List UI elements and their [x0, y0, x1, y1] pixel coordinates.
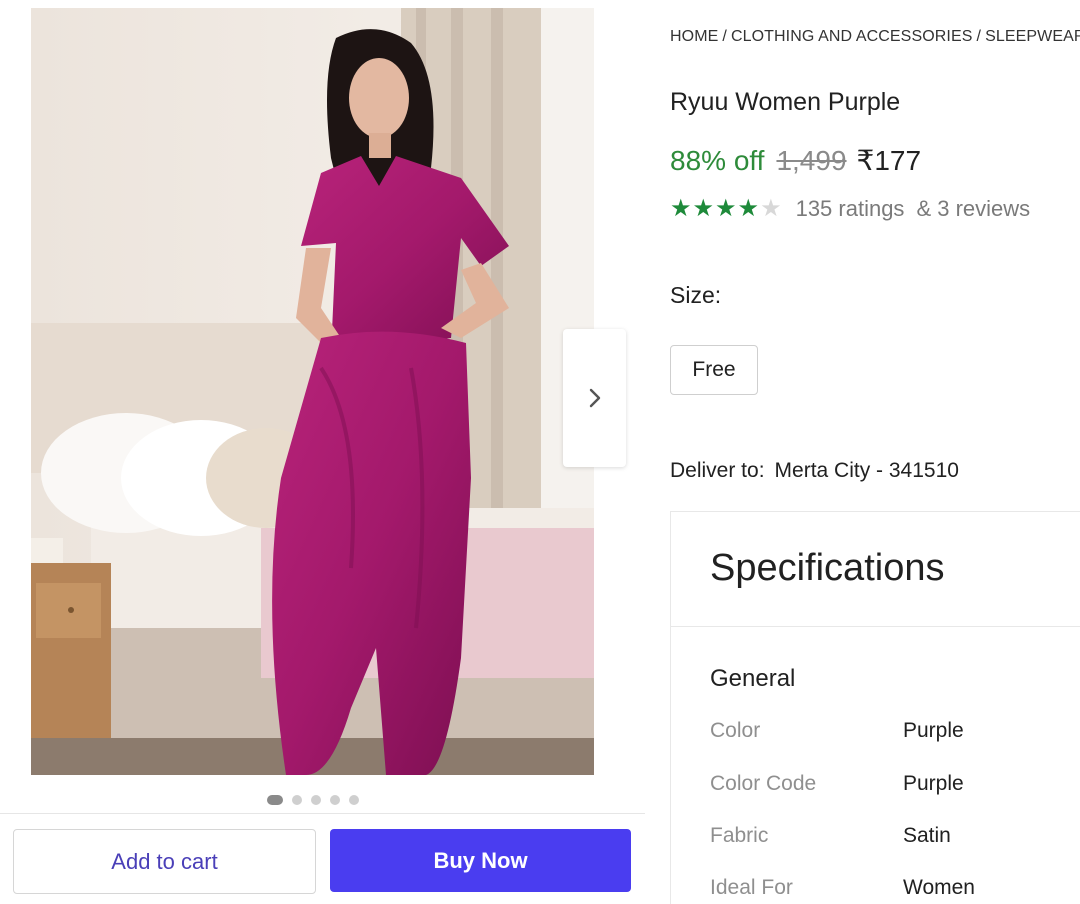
- breadcrumb: HOME/CLOTHING AND ACCESSORIES/SLEEPWEAR/: [670, 28, 1080, 46]
- breadcrumb-clothing[interactable]: CLOTHING AND ACCESSORIES: [731, 28, 973, 45]
- action-bar: Add to cart Buy Now: [0, 813, 645, 904]
- spec-value: Women: [903, 876, 975, 899]
- delivery-row[interactable]: Deliver to: Merta City - 341510: [670, 459, 959, 483]
- spec-value: Purple: [903, 719, 964, 742]
- discount-percent: 88% off: [670, 145, 765, 176]
- breadcrumb-sleepwear[interactable]: SLEEPWEAR: [985, 28, 1080, 45]
- price-row: 88% off 1,499 ₹177: [670, 144, 921, 177]
- spec-key: Color: [710, 719, 761, 742]
- star-filled-icon: ★: [692, 195, 715, 222]
- next-image-button[interactable]: [563, 329, 626, 467]
- spec-key: Ideal For: [710, 876, 793, 899]
- specifications-title: Specifications: [710, 547, 945, 589]
- buy-now-button[interactable]: Buy Now: [330, 829, 631, 892]
- product-title: Ryuu Women Purple: [670, 88, 901, 116]
- breadcrumb-home[interactable]: HOME: [670, 28, 718, 45]
- product-photo: [31, 8, 594, 775]
- delivery-location: Merta City - 341510: [774, 459, 959, 482]
- spec-key: Fabric: [710, 824, 769, 847]
- pagination-dot-active[interactable]: [267, 795, 283, 805]
- spec-value: Purple: [903, 772, 964, 795]
- size-label: Size:: [670, 282, 722, 308]
- rating-row[interactable]: ★ ★ ★ ★ ★ 135 ratings & 3 reviews: [670, 196, 1030, 222]
- specifications-card: Specifications General Color Purple Colo…: [670, 511, 1080, 904]
- specifications-header: Specifications: [671, 512, 1080, 627]
- spec-key: Color Code: [710, 772, 817, 795]
- original-price: 1,499: [776, 145, 847, 176]
- pagination-dot[interactable]: [330, 795, 340, 805]
- chevron-right-icon: [589, 388, 600, 408]
- star-filled-icon: ★: [670, 195, 692, 222]
- pagination-dot[interactable]: [349, 795, 359, 805]
- selling-price: ₹177: [856, 145, 922, 176]
- ratings-count: 135 ratings: [795, 196, 905, 221]
- pagination-dot[interactable]: [311, 795, 321, 805]
- star-filled-icon: ★: [737, 195, 760, 222]
- product-image[interactable]: [31, 8, 594, 775]
- spec-group-general: General: [710, 665, 796, 692]
- image-pagination: [267, 795, 359, 805]
- breadcrumb-separator: /: [976, 28, 982, 45]
- reviews-count: & 3 reviews: [916, 196, 1031, 221]
- add-to-cart-button[interactable]: Add to cart: [13, 829, 316, 894]
- deliver-label: Deliver to:: [670, 459, 765, 482]
- pagination-dot[interactable]: [292, 795, 302, 805]
- breadcrumb-separator: /: [722, 28, 727, 45]
- size-option-free[interactable]: Free: [670, 345, 758, 395]
- star-filled-icon: ★: [715, 195, 737, 222]
- rating-stars: ★ ★ ★ ★ ★: [670, 197, 782, 221]
- star-empty-icon: ★: [760, 195, 782, 222]
- spec-value: Satin: [903, 824, 951, 847]
